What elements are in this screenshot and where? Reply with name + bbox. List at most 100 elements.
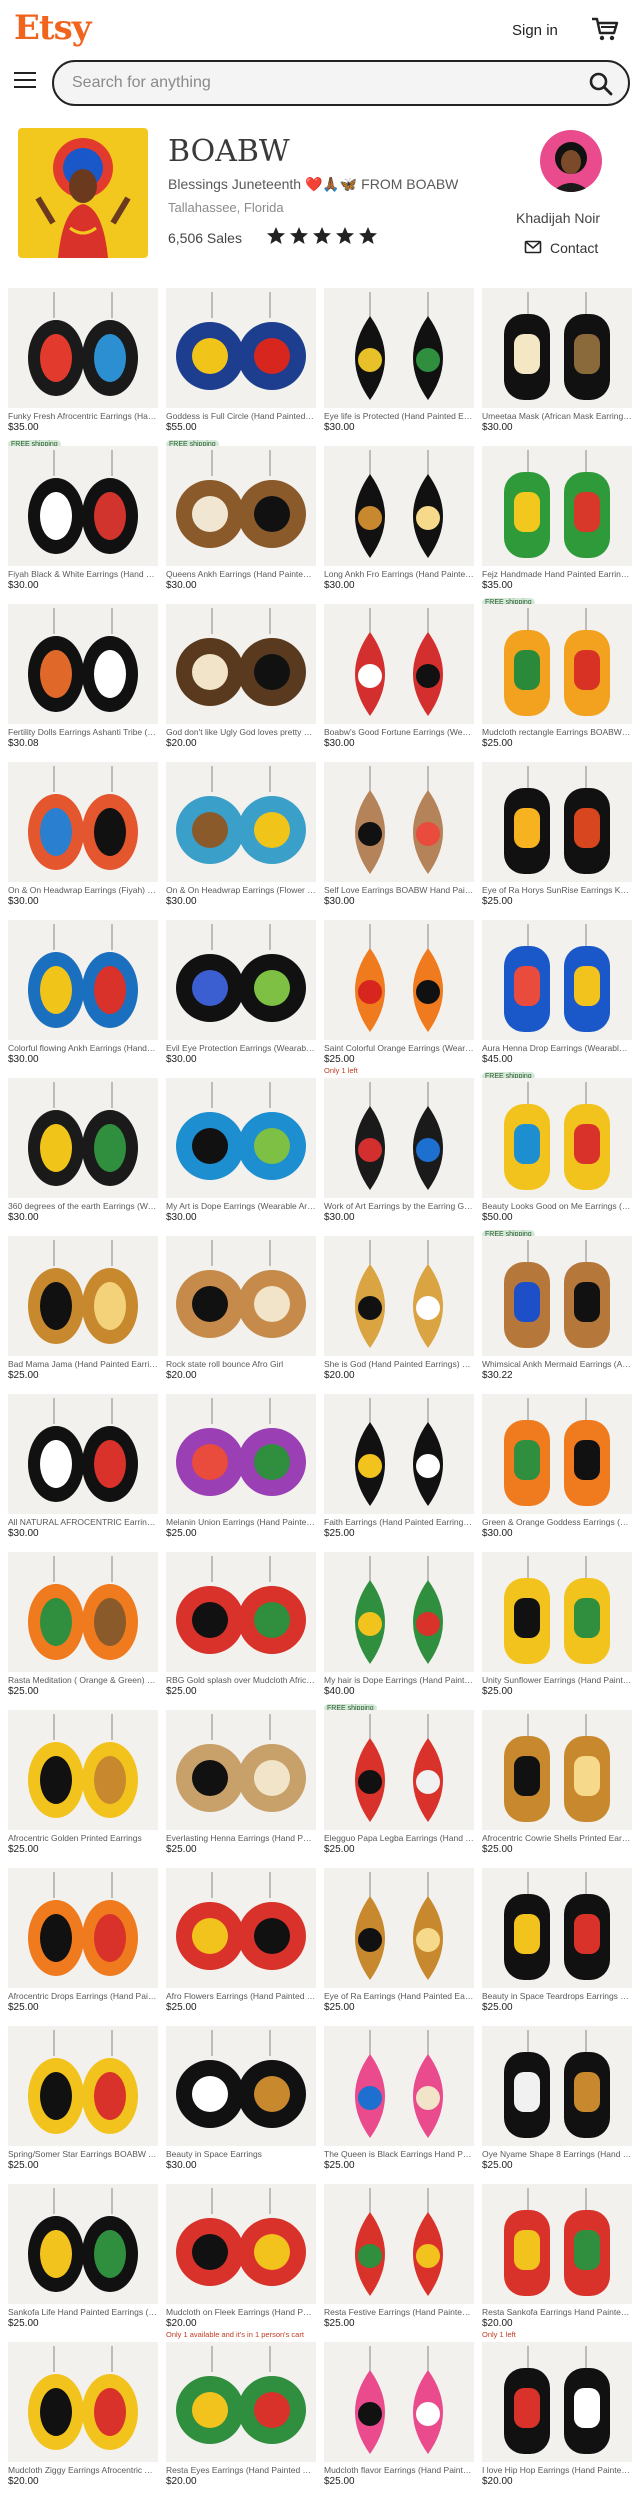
- listing-card[interactable]: Afrocentric Drops Earrings (Hand Paint..…: [8, 1868, 158, 2013]
- listing-title[interactable]: Faith Earrings (Hand Painted Earrings) .…: [324, 1517, 474, 1527]
- listing-card[interactable]: Eye of Ra Earrings (Hand Painted Earrin.…: [324, 1868, 474, 2013]
- listing-card[interactable]: Elegguo Papa Legba Earrings (Hand Pai...…: [324, 1710, 474, 1855]
- listing-card[interactable]: I love Hip Hop Earrings (Hand Painted E.…: [482, 2342, 632, 2487]
- listing-title[interactable]: Funky Fresh Afrocentric Earrings (Hand..…: [8, 411, 158, 421]
- listing-title[interactable]: Unity Sunflower Earrings (Hand Painted..…: [482, 1675, 632, 1685]
- listing-card[interactable]: Saint Colorful Orange Earrings (Wearabl.…: [324, 920, 474, 1075]
- listing-card[interactable]: Whimsical Ankh Mermaid Earrings (Afr... $…: [482, 1236, 632, 1381]
- listing-title[interactable]: All NATURAL AFROCENTRIC Earrings (H...: [8, 1517, 158, 1527]
- listing-title[interactable]: Whimsical Ankh Mermaid Earrings (Afr...: [482, 1359, 632, 1369]
- listing-image[interactable]: [324, 604, 474, 724]
- listing-title[interactable]: On & On Headwrap Earrings (Flower de...: [166, 885, 316, 895]
- listing-image[interactable]: [8, 1078, 158, 1198]
- listing-card[interactable]: On & On Headwrap Earrings (Fiyah) Ha... $…: [8, 762, 158, 907]
- listing-title[interactable]: She is God (Hand Painted Earrings) Stat.…: [324, 1359, 474, 1369]
- listing-image[interactable]: [482, 920, 632, 1040]
- listing-title[interactable]: Green & Orange Goddess Earrings (Ha...: [482, 1517, 632, 1527]
- listing-image[interactable]: [8, 2026, 158, 2146]
- listing-title[interactable]: Resta Festive Earrings (Hand Painted E..…: [324, 2307, 474, 2317]
- etsy-logo[interactable]: Etsy: [14, 8, 92, 48]
- listing-title[interactable]: Long Ankh Fro Earrings (Hand Painted E..…: [324, 569, 474, 579]
- listing-title[interactable]: Mudcloth on Fleek Earrings (Hand Paint..…: [166, 2307, 316, 2317]
- listing-image[interactable]: [482, 2184, 632, 2304]
- shop-sales-count[interactable]: 6,506 Sales: [168, 230, 242, 246]
- listing-title[interactable]: Eye life is Protected (Hand Painted Earr…: [324, 411, 474, 421]
- listing-image[interactable]: [324, 2342, 474, 2462]
- listing-card[interactable]: Melanin Union Earrings (Hand Painted E..…: [166, 1394, 316, 1539]
- listing-title[interactable]: Afrocentric Cowrie Shells Printed Earri.…: [482, 1833, 632, 1843]
- listing-card[interactable]: Everlasting Henna Earrings (Hand Paint..…: [166, 1710, 316, 1855]
- listing-card[interactable]: Rasta Meditation ( Orange & Green) Ha...…: [8, 1552, 158, 1697]
- listing-card[interactable]: The Queen is Black Earrings Hand Paint..…: [324, 2026, 474, 2171]
- listing-image[interactable]: [324, 1552, 474, 1672]
- listing-image[interactable]: [324, 1078, 474, 1198]
- listing-image[interactable]: [166, 1394, 316, 1514]
- cart-icon[interactable]: [590, 16, 620, 42]
- listing-image[interactable]: [482, 2342, 632, 2462]
- listing-card[interactable]: My hair is Dope Earrings (Hand Painted .…: [324, 1552, 474, 1715]
- listing-card[interactable]: On & On Headwrap Earrings (Flower de... $…: [166, 762, 316, 907]
- listing-title[interactable]: Sankofa Life Hand Painted Earrings (Ha..…: [8, 2307, 158, 2317]
- listing-title[interactable]: Spring/Somer Star Earrings BOABW Afr...: [8, 2149, 158, 2159]
- listing-card[interactable]: Beauty in Space Earrings $30.00: [166, 2026, 316, 2171]
- listing-title[interactable]: Rock state roll bounce Afro Girl: [166, 1359, 316, 1369]
- listing-card[interactable]: Beauty Looks Good on Me Earrings (We... $…: [482, 1078, 632, 1241]
- listing-card[interactable]: Afro Flowers Earrings (Hand Painted Ear.…: [166, 1868, 316, 2013]
- listing-image[interactable]: [8, 1552, 158, 1672]
- listing-card[interactable]: Colorful flowing Ankh Earrings (Handma..…: [8, 920, 158, 1065]
- listing-image[interactable]: [324, 1868, 474, 1988]
- listing-image[interactable]: [166, 2342, 316, 2462]
- listing-title[interactable]: Goddess is Full Circle (Hand Painted Ea.…: [166, 411, 316, 421]
- listing-image[interactable]: [8, 920, 158, 1040]
- listing-image[interactable]: [482, 1868, 632, 1988]
- listing-card[interactable]: Boabw's Good Fortune Earrings (Weara... $…: [324, 604, 474, 749]
- search-input[interactable]: [72, 72, 552, 94]
- listing-card[interactable]: My Art is Dope Earrings (Wearable Art) .…: [166, 1078, 316, 1223]
- listing-title[interactable]: Fiyah Black & White Earrings (Hand Pai..…: [8, 569, 158, 579]
- listing-title[interactable]: Boabw's Good Fortune Earrings (Weara...: [324, 727, 474, 737]
- listing-title[interactable]: Eye of Ra Earrings (Hand Painted Earrin.…: [324, 1991, 474, 2001]
- listing-image[interactable]: [166, 762, 316, 882]
- listing-card[interactable]: She is God (Hand Painted Earrings) Stat.…: [324, 1236, 474, 1381]
- listing-card[interactable]: Eye life is Protected (Hand Painted Earr…: [324, 288, 474, 433]
- listing-card[interactable]: Mudcloth rectangle Earrings BOABW H... $2…: [482, 604, 632, 749]
- listing-image[interactable]: [166, 1236, 316, 1356]
- listing-image[interactable]: [482, 604, 632, 724]
- listing-image[interactable]: [324, 288, 474, 408]
- listing-title[interactable]: Oye Nyame Shape 8 Earrings (Hand P...: [482, 2149, 632, 2159]
- listing-title[interactable]: My Art is Dope Earrings (Wearable Art) .…: [166, 1201, 316, 1211]
- listing-image[interactable]: [324, 2184, 474, 2304]
- listing-card[interactable]: Afrocentric Golden Printed Earrings $25.0…: [8, 1710, 158, 1855]
- listing-title[interactable]: Beauty Looks Good on Me Earrings (We...: [482, 1201, 632, 1211]
- listing-card[interactable]: Funky Fresh Afrocentric Earrings (Hand..…: [8, 288, 158, 451]
- listing-image[interactable]: [8, 446, 158, 566]
- listing-title[interactable]: The Queen is Black Earrings Hand Paint..…: [324, 2149, 474, 2159]
- listing-card[interactable]: Fertility Dolls Earrings Ashanti Tribe (…: [8, 604, 158, 749]
- listing-card[interactable]: Mudcloth Ziggy Earrings Afrocentric Af..…: [8, 2342, 158, 2487]
- listing-image[interactable]: [8, 288, 158, 408]
- listing-card[interactable]: 360 degrees of the earth Earrings (Wea..…: [8, 1078, 158, 1223]
- listing-card[interactable]: Aura Henna Drop Earrings (Wearable Ar...…: [482, 920, 632, 1083]
- listing-card[interactable]: Green & Orange Goddess Earrings (Ha... $3…: [482, 1394, 632, 1539]
- listing-image[interactable]: [8, 1868, 158, 1988]
- listing-title[interactable]: Rasta Meditation ( Orange & Green) Ha...: [8, 1675, 158, 1685]
- listing-image[interactable]: [166, 604, 316, 724]
- listing-card[interactable]: RBG Gold splash over Mudcloth Africa ...…: [166, 1552, 316, 1697]
- listing-title[interactable]: Afrocentric Drops Earrings (Hand Paint..…: [8, 1991, 158, 2001]
- listing-title[interactable]: Mudcloth flavor Earrings (Hand Painted .…: [324, 2465, 474, 2475]
- listing-image[interactable]: [8, 1710, 158, 1830]
- listing-card[interactable]: Fiyah Black & White Earrings (Hand Pai..…: [8, 446, 158, 591]
- listing-image[interactable]: [8, 2342, 158, 2462]
- listing-image[interactable]: [324, 1236, 474, 1356]
- listing-image[interactable]: [482, 762, 632, 882]
- listing-card[interactable]: Unity Sunflower Earrings (Hand Painted..…: [482, 1552, 632, 1697]
- listing-title[interactable]: Resta Eyes Earrings (Hand Painted Earri.…: [166, 2465, 316, 2475]
- listing-card[interactable]: Umeetaa Mask (African Mask Earrings) ...…: [482, 288, 632, 433]
- listing-title[interactable]: Mudcloth Ziggy Earrings Afrocentric Af..…: [8, 2465, 158, 2475]
- listing-title[interactable]: Melanin Union Earrings (Hand Painted E..…: [166, 1517, 316, 1527]
- listing-title[interactable]: Elegguo Papa Legba Earrings (Hand Pai...: [324, 1833, 474, 1843]
- listing-title[interactable]: My hair is Dope Earrings (Hand Painted .…: [324, 1675, 474, 1685]
- listing-image[interactable]: [166, 2184, 316, 2304]
- listing-image[interactable]: [166, 920, 316, 1040]
- contact-button[interactable]: Contact: [524, 240, 598, 256]
